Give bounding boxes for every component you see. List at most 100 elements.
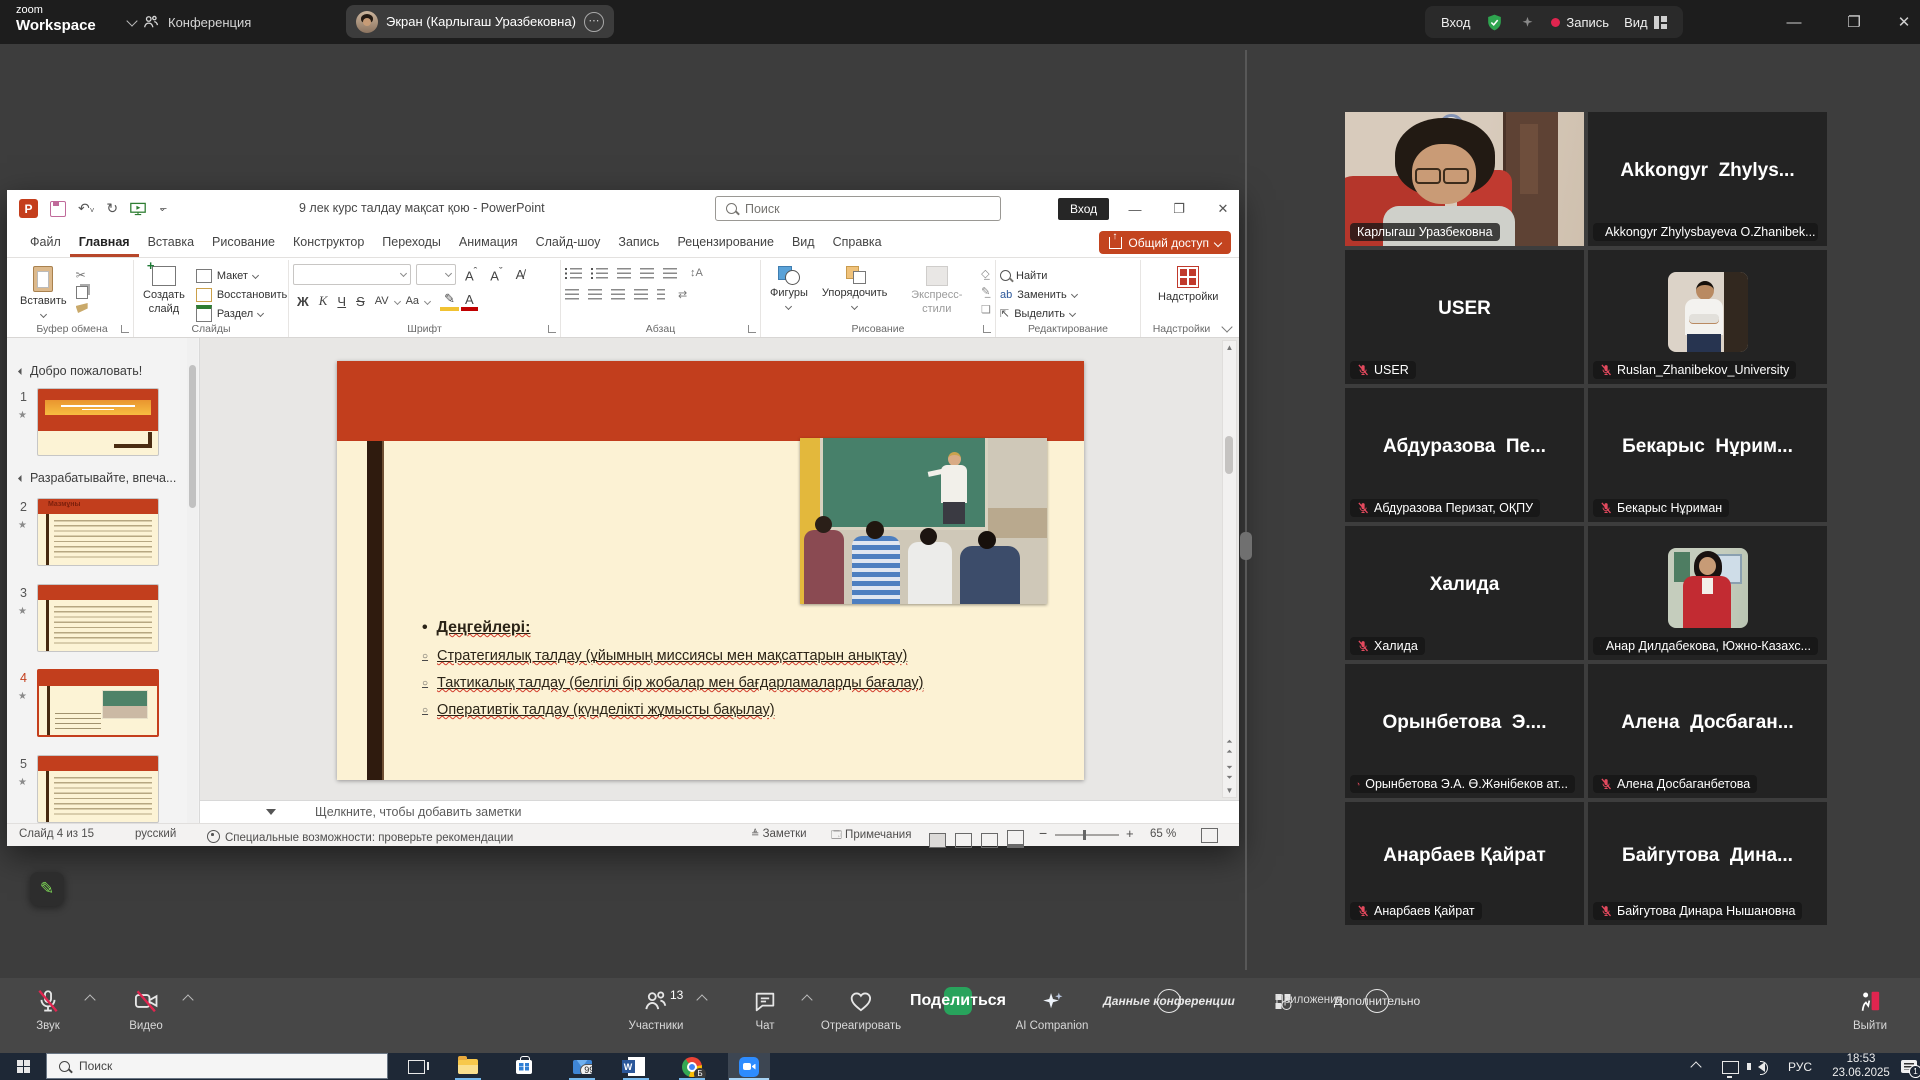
zoom-out-button[interactable]: −: [1039, 825, 1047, 841]
participant-tile-11[interactable]: Анарбаев ҚайратАнарбаев Қайрат: [1345, 802, 1584, 925]
tab-conference[interactable]: Конференция: [142, 0, 251, 44]
increase-indent-icon[interactable]: [640, 268, 654, 279]
align-center-icon[interactable]: [588, 289, 602, 300]
strikethrough-button[interactable]: S: [352, 294, 369, 309]
grow-font-button[interactable]: Аˆ: [461, 266, 481, 283]
ppt-search-box[interactable]: Поиск: [715, 196, 1001, 221]
tab-screen-share[interactable]: Экран (Карлыгаш Уразбековна) ⋯: [346, 5, 614, 38]
view-button[interactable]: Вид: [1624, 15, 1667, 30]
tab-menu-icon[interactable]: ⋯: [584, 12, 604, 32]
select-button[interactable]: ⇱Выделить: [1000, 304, 1136, 323]
paste-button[interactable]: Вставить: [15, 264, 72, 319]
tray-clock[interactable]: 18:5323.06.2025: [1822, 1053, 1900, 1080]
section-collapse-icon[interactable]: [18, 367, 25, 374]
accessibility-status[interactable]: Специальные возможности: проверьте реком…: [207, 828, 513, 844]
ribbon-tab-8[interactable]: Слайд-шоу: [527, 228, 610, 257]
shape-outline-icon[interactable]: ✎̲: [981, 285, 991, 298]
taskbar-file-explorer[interactable]: [452, 1053, 484, 1080]
notes-pane[interactable]: Щелкните, чтобы добавить заметки: [200, 800, 1239, 825]
format-painter-icon[interactable]: [76, 303, 88, 313]
participant-tile-4[interactable]: Ruslan_Zhanibekov_University: [1588, 250, 1827, 384]
font-color-button[interactable]: А: [461, 292, 478, 311]
cut-icon[interactable]: ✂: [76, 268, 88, 282]
panel-section-2[interactable]: Разрабатывайте, впеча...: [19, 471, 176, 485]
replace-button[interactable]: abЗаменить: [1000, 285, 1136, 304]
zoom-level[interactable]: 65 %: [1150, 828, 1176, 840]
leave-button[interactable]: Выйти: [1853, 987, 1887, 1032]
slide-thumbnail-2[interactable]: Мазмұны: [37, 498, 159, 566]
tray-language[interactable]: РУС: [1782, 1053, 1818, 1080]
redo-icon[interactable]: ↻: [106, 200, 118, 217]
shape-effects-icon[interactable]: ❏: [981, 303, 991, 316]
reset-button[interactable]: Восстановить: [196, 285, 287, 304]
participant-tile-6[interactable]: Бекарыс Нұрим...Бекарыс Нұриман: [1588, 388, 1827, 522]
underline-button[interactable]: Ч: [333, 294, 350, 309]
audio-button[interactable]: Звук: [35, 987, 61, 1032]
layout-button[interactable]: Макет: [196, 266, 287, 285]
slideshow-view-button[interactable]: [1007, 830, 1024, 848]
ribbon-tab-10[interactable]: Рецензирование: [668, 228, 783, 257]
collapse-ribbon-icon[interactable]: [1221, 321, 1232, 332]
section-collapse-icon[interactable]: [18, 474, 25, 481]
participant-tile-1[interactable]: Карлыгаш Уразбековна: [1345, 112, 1584, 246]
taskbar-word[interactable]: [620, 1053, 652, 1080]
save-icon[interactable]: [50, 201, 66, 217]
zoom-close-button[interactable]: ✕: [1882, 0, 1920, 44]
zoom-slider[interactable]: [1055, 834, 1119, 836]
quick-styles-button[interactable]: Экспресс-стили: [896, 264, 977, 319]
clear-format-button[interactable]: А̸: [512, 267, 529, 282]
scrollbar-thumb[interactable]: [1225, 436, 1233, 474]
slide-thumbnail-5[interactable]: [37, 755, 159, 823]
reading-view-button[interactable]: [981, 833, 998, 848]
taskbar-search-box[interactable]: Поиск: [46, 1053, 388, 1079]
ppt-share-button[interactable]: Общий доступ: [1099, 231, 1231, 254]
zoom-minimize-button[interactable]: —: [1772, 0, 1816, 44]
chat-button[interactable]: Чат: [753, 987, 778, 1032]
shape-fill-icon[interactable]: ◇̲: [981, 267, 991, 280]
ribbon-tab-4[interactable]: Рисование: [203, 228, 284, 257]
italic-button[interactable]: К: [315, 293, 332, 309]
font-name-combo[interactable]: [293, 264, 411, 285]
numbering-icon[interactable]: [591, 268, 608, 279]
ppt-minimize-button[interactable]: —: [1115, 190, 1155, 228]
taskbar-zoom[interactable]: [730, 1053, 768, 1080]
addins-button[interactable]: Надстройки: [1153, 264, 1223, 307]
share-button[interactable]: Поделиться: [944, 987, 972, 1020]
participant-tile-12[interactable]: Байгутова Дина...Байгутова Динара Нышано…: [1588, 802, 1827, 925]
next-slide-icon[interactable]: ⏷⏷: [1223, 763, 1236, 783]
slide-sorter-button[interactable]: [955, 833, 972, 848]
slide-thumbnail-4[interactable]: [37, 669, 159, 737]
ribbon-tab-2[interactable]: Главная: [70, 228, 139, 257]
ribbon-tab-7[interactable]: Анимация: [450, 228, 527, 257]
highlight-color-button[interactable]: ✎: [440, 291, 459, 311]
info-button[interactable]: Данные конференции: [1157, 987, 1181, 1020]
copy-icon[interactable]: [76, 286, 88, 299]
signin-button[interactable]: Вход: [1441, 15, 1470, 30]
columns-icon[interactable]: [657, 289, 665, 300]
notes-toggle[interactable]: ≜ Заметки: [751, 828, 807, 840]
more-button[interactable]: Дополнительно: [1365, 987, 1389, 1020]
notes-splitter-icon[interactable]: [266, 809, 276, 815]
slide-thumbnail-1[interactable]: [37, 388, 159, 456]
participant-tile-7[interactable]: ХалидаХалида: [1345, 526, 1584, 660]
font-dialog-launcher[interactable]: [548, 325, 556, 333]
participant-tile-10[interactable]: Алена Досбаган...Алена Досбаганбетова: [1588, 664, 1827, 798]
shapes-button[interactable]: Фигуры: [765, 264, 813, 319]
smartart-icon[interactable]: ⇄: [674, 288, 691, 301]
participant-tile-9[interactable]: Орынбетова Э....Орынбетова Э.А. Ө.Жәнібе…: [1345, 664, 1584, 798]
security-shield-icon[interactable]: [1485, 13, 1504, 32]
ppt-signin-button[interactable]: Вход: [1058, 198, 1109, 220]
fit-to-window-button[interactable]: [1201, 828, 1218, 843]
ribbon-tab-1[interactable]: Файл: [21, 228, 70, 257]
tray-volume[interactable]: [1748, 1053, 1778, 1080]
customize-qat-icon[interactable]: ⌄̶: [158, 203, 166, 214]
ai-button[interactable]: AI Companion: [1016, 987, 1089, 1032]
zoom-in-button[interactable]: +: [1126, 826, 1134, 841]
ribbon-tab-12[interactable]: Справка: [824, 228, 891, 257]
workspace-chevron-icon[interactable]: [126, 15, 137, 26]
align-right-icon[interactable]: [611, 289, 625, 300]
undo-icon[interactable]: ↶˅: [78, 200, 94, 217]
participant-tile-2[interactable]: Akkongyr Zhylys...Akkongyr Zhylysbayeva …: [1588, 112, 1827, 246]
char-spacing-button[interactable]: AV: [371, 295, 393, 307]
ai-sparkle-icon[interactable]: [1519, 14, 1536, 31]
